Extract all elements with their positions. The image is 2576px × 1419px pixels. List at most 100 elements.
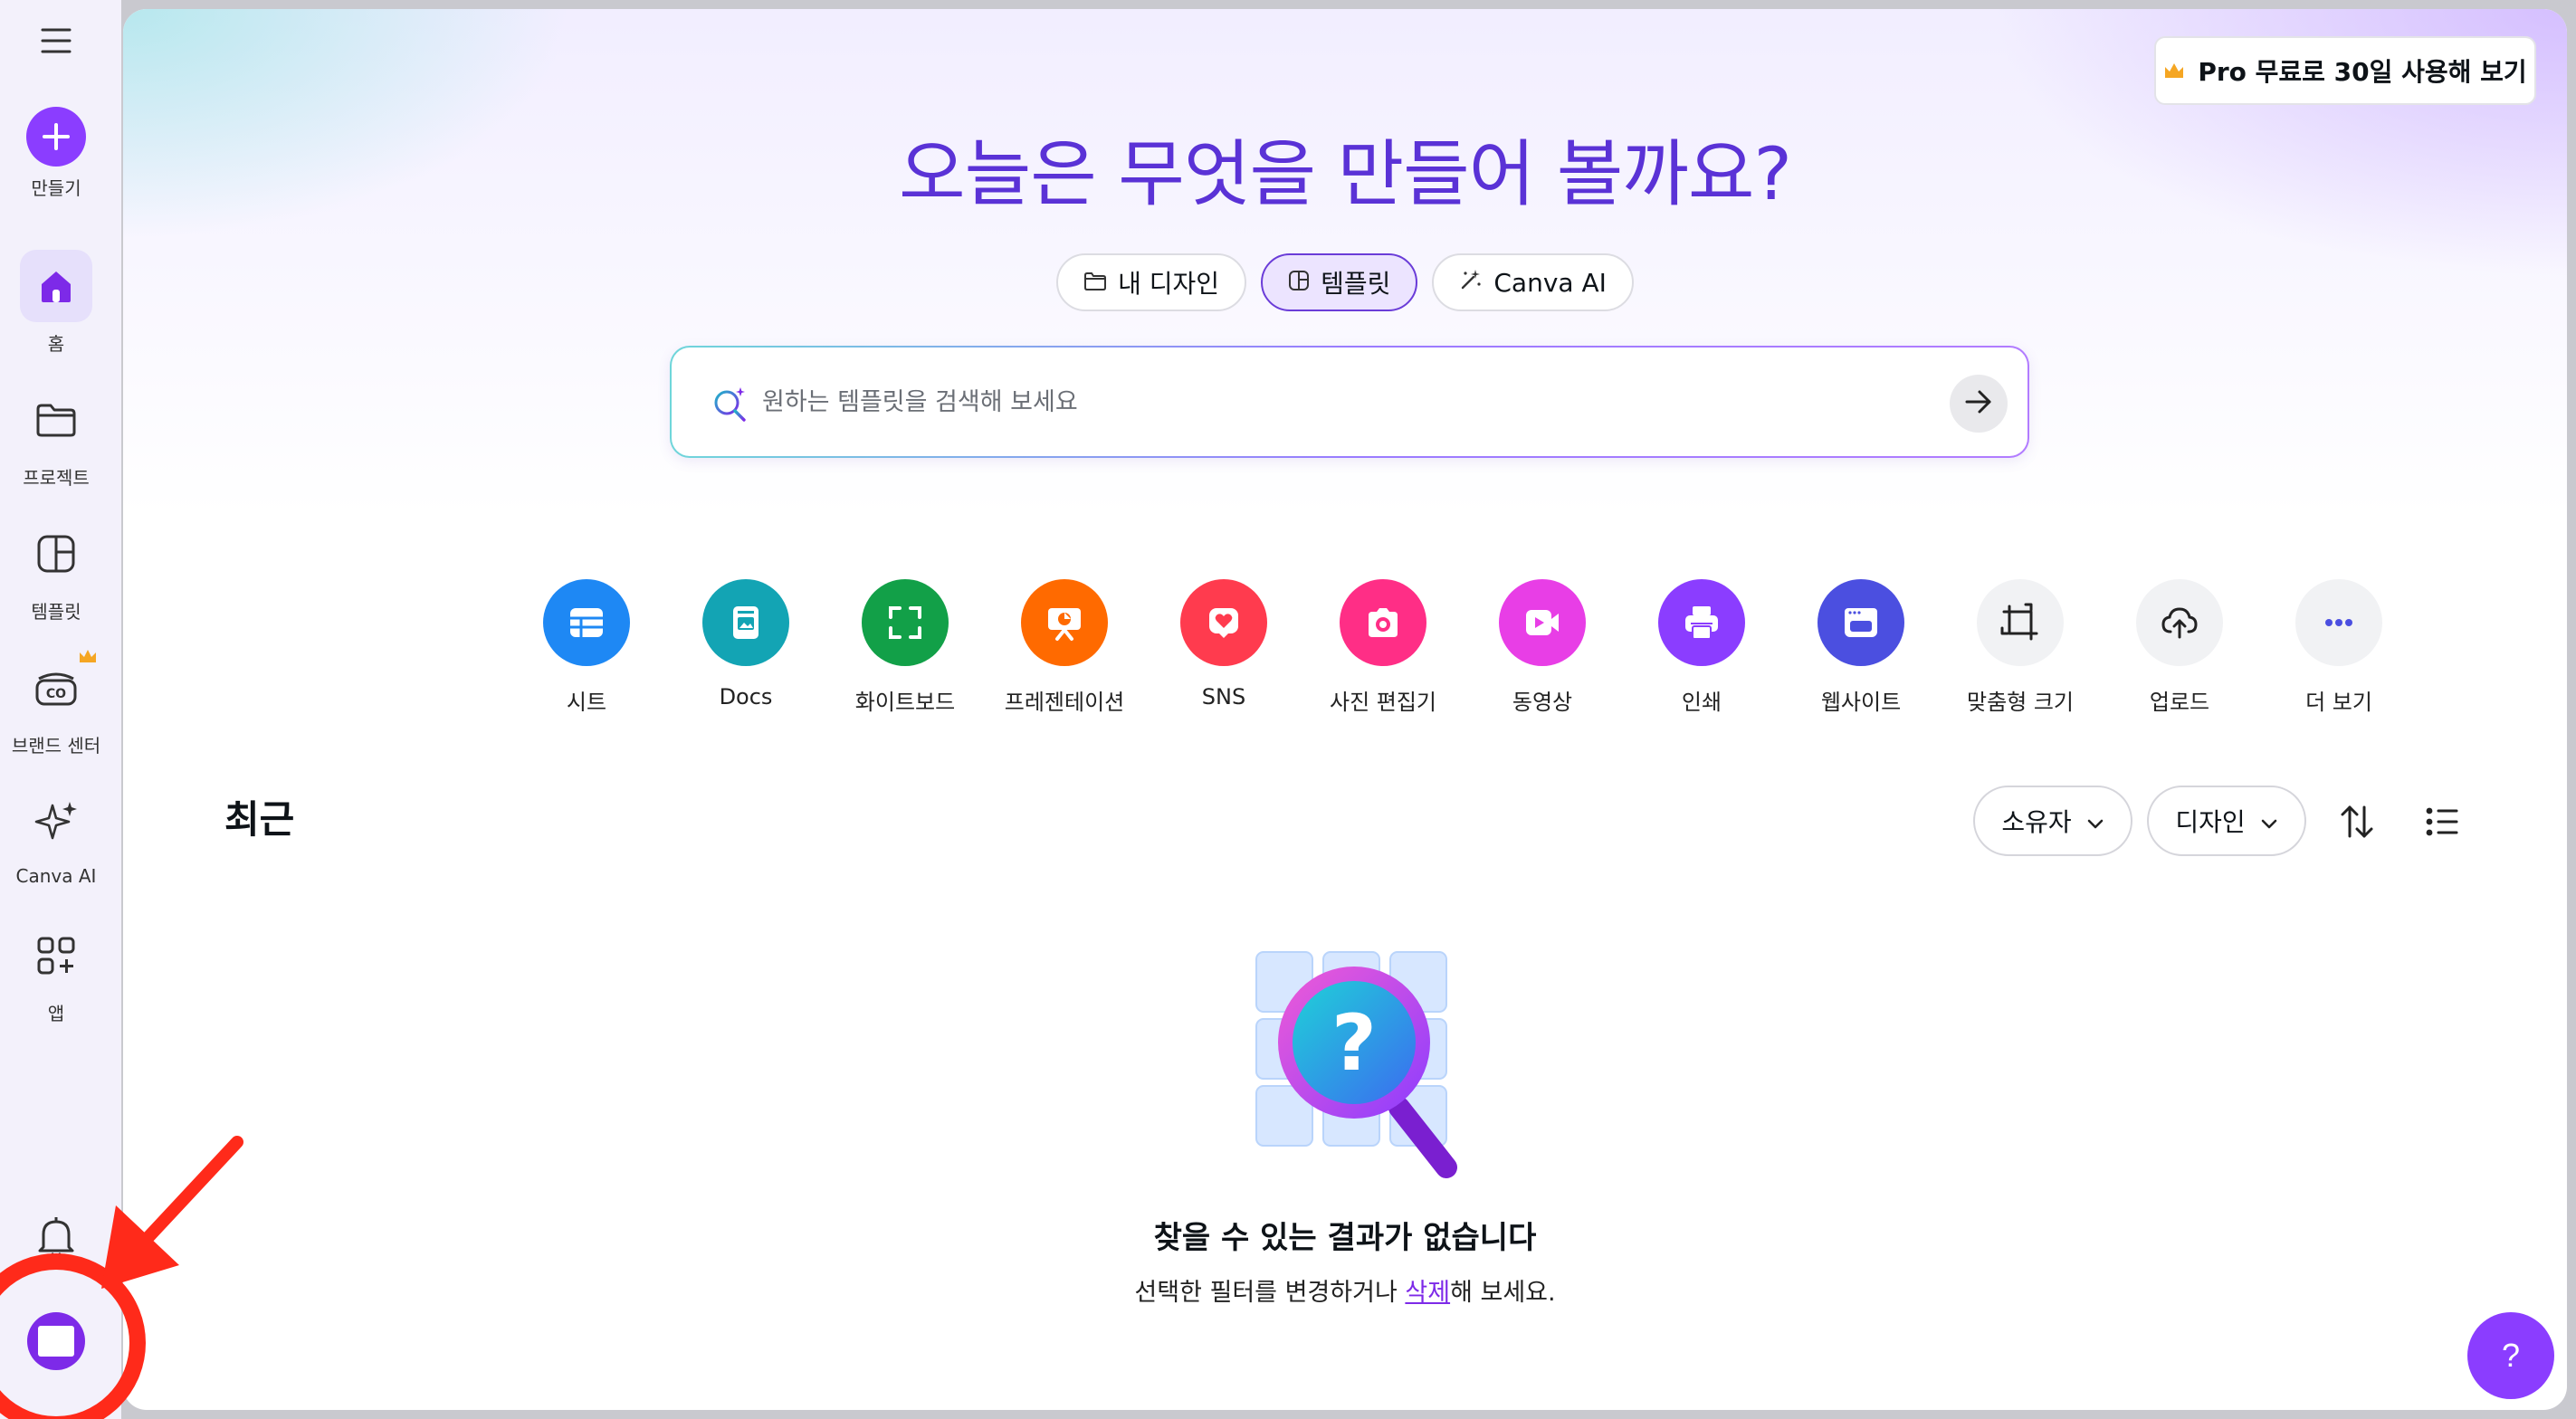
- sparkle-icon: [20, 786, 92, 858]
- magic-wand-icon: [1459, 268, 1483, 298]
- owner-filter-label: 소유자: [2001, 807, 2072, 837]
- bell-icon[interactable]: [36, 1214, 76, 1262]
- shortcut-label: Docs: [719, 684, 773, 710]
- sidebar-item-label: 앱: [47, 1003, 65, 1024]
- sidebar-item-canva-ai[interactable]: Canva AI: [0, 786, 112, 887]
- template-icon: [1288, 268, 1310, 298]
- svg-text:CO: CO: [46, 687, 66, 701]
- help-label: ?: [2501, 1337, 2521, 1374]
- folder-icon: [20, 384, 92, 456]
- shortcut-label: 동영상: [1512, 690, 1573, 715]
- shortcut-label: SNS: [1201, 684, 1246, 710]
- template-search-bar: [670, 346, 2029, 458]
- pro-trial-label: Pro 무료로 30일 사용해 보기: [2198, 57, 2527, 87]
- home-icon: [20, 250, 92, 322]
- shortcut-label: 사진 편집기: [1329, 690, 1437, 715]
- sort-icon[interactable]: [2337, 802, 2377, 845]
- tab-my-designs[interactable]: 내 디자인: [1056, 253, 1247, 311]
- sidebar-create-label: 만들기: [31, 177, 81, 199]
- camera-icon: [1340, 579, 1426, 666]
- svg-text:?: ?: [1331, 998, 1377, 1089]
- resize-icon: [1977, 579, 2064, 666]
- sidebar-item-label: 템플릿: [31, 601, 81, 623]
- design-filter-label: 디자인: [2175, 807, 2246, 837]
- shortcut-sheet[interactable]: 시트: [507, 579, 666, 716]
- shortcut-website[interactable]: 웹사이트: [1781, 579, 1941, 716]
- shortcut-upload[interactable]: 업로드: [2100, 579, 2259, 716]
- brand-kit-icon: CO: [20, 650, 96, 724]
- shortcut-label: 시트: [566, 690, 607, 715]
- apps-icon: [20, 919, 92, 992]
- sidebar-item-label: 브랜드 센터: [11, 735, 101, 757]
- main-content: Pro 무료로 30일 사용해 보기 오늘은 무엇을 만들어 볼까요? 내 디자…: [123, 9, 2567, 1410]
- shortcut-custom-size[interactable]: 맞춤형 크기: [1941, 579, 2100, 716]
- tab-label: 내 디자인: [1118, 269, 1220, 299]
- shortcut-docs[interactable]: Docs: [666, 579, 825, 710]
- plus-icon[interactable]: [26, 107, 86, 167]
- docs-icon: [702, 579, 789, 666]
- search-submit-button[interactable]: [1950, 375, 2008, 433]
- page-title: 오늘은 무엇을 만들어 볼까요?: [899, 132, 1792, 216]
- clear-filters-link[interactable]: 삭제: [1405, 1279, 1450, 1307]
- help-button[interactable]: ?: [2467, 1312, 2554, 1399]
- tab-label: Canva AI: [1493, 267, 1607, 298]
- printer-icon: [1658, 579, 1745, 666]
- folder-icon: [1083, 268, 1107, 298]
- heart-icon: [1180, 579, 1267, 666]
- empty-sub-text: 선택한 필터를 변경하거나: [1134, 1279, 1406, 1307]
- presentation-icon: [1021, 579, 1108, 666]
- whiteboard-icon: [862, 579, 949, 666]
- tab-canva-ai[interactable]: Canva AI: [1432, 253, 1634, 311]
- crown-icon: [78, 648, 98, 668]
- ai-search-icon: [711, 386, 749, 427]
- sidebar-item-home[interactable]: 홈: [0, 250, 112, 356]
- list-view-icon[interactable]: [2422, 802, 2462, 845]
- upload-icon: [2136, 579, 2223, 666]
- sidebar-item-apps[interactable]: 앱: [0, 919, 112, 1025]
- menu-icon[interactable]: [40, 27, 72, 54]
- shortcut-whiteboard[interactable]: 화이트보드: [825, 579, 985, 716]
- website-icon: [1818, 579, 1904, 666]
- chevron-down-icon: [2260, 806, 2278, 836]
- shortcut-label: 맞춤형 크기: [1966, 690, 2075, 715]
- sidebar-item-brand[interactable]: CO 브랜드 센터: [0, 650, 112, 757]
- shortcut-label: 더 보기: [2305, 690, 2372, 715]
- sidebar-create[interactable]: 만들기: [0, 107, 112, 200]
- empty-state-title: 찾을 수 있는 결과가 없습니다: [1153, 1220, 1537, 1256]
- shortcut-sns[interactable]: SNS: [1144, 579, 1303, 710]
- design-type-shortcuts: 시트 Docs 화이트보드 프레젠테이션 SNS 사진 편집기 동영상 인쇄 웹…: [507, 579, 2408, 733]
- hero-tabs: 내 디자인 템플릿 Canva AI: [123, 253, 2567, 311]
- crown-icon: [2163, 56, 2185, 86]
- avatar-image: [38, 1326, 74, 1357]
- shortcut-label: 프레젠테이션: [1004, 690, 1125, 715]
- sidebar: 만들기 홈 프로젝트 템플릿 CO 브랜드 센터 Canva AI 앱: [0, 0, 121, 1419]
- sidebar-item-projects[interactable]: 프로젝트: [0, 384, 112, 490]
- shortcut-presentation[interactable]: 프레젠테이션: [985, 579, 1144, 716]
- sidebar-item-label: 홈: [47, 333, 65, 355]
- shortcut-print[interactable]: 인쇄: [1622, 579, 1781, 716]
- more-icon: [2295, 579, 2382, 666]
- search-input[interactable]: [762, 375, 1848, 429]
- template-icon: [20, 518, 92, 590]
- tab-label: 템플릿: [1321, 269, 1391, 299]
- shortcut-photo-editor[interactable]: 사진 편집기: [1303, 579, 1463, 716]
- chevron-down-icon: [2086, 806, 2104, 836]
- sheet-icon: [543, 579, 630, 666]
- arrow-right-icon: [1964, 389, 1993, 418]
- design-filter-dropdown[interactable]: 디자인: [2147, 786, 2306, 856]
- shortcut-label: 웹사이트: [1820, 690, 1902, 715]
- pro-trial-button[interactable]: Pro 무료로 30일 사용해 보기: [2154, 36, 2536, 105]
- sidebar-item-label: Canva AI: [15, 865, 97, 887]
- no-results-illustration: ?: [1255, 950, 1472, 1198]
- shortcut-more[interactable]: 더 보기: [2259, 579, 2419, 716]
- sidebar-item-templates[interactable]: 템플릿: [0, 518, 112, 624]
- avatar[interactable]: [27, 1312, 85, 1370]
- tab-templates[interactable]: 템플릿: [1261, 253, 1418, 311]
- shortcut-label: 인쇄: [1681, 690, 1722, 715]
- shortcut-video[interactable]: 동영상: [1463, 579, 1622, 716]
- empty-state-subtitle: 선택한 필터를 변경하거나 삭제해 보세요.: [123, 1272, 2567, 1308]
- recent-section-title: 최근: [224, 797, 295, 842]
- empty-sub-text-end: 해 보세요.: [1450, 1279, 1556, 1307]
- owner-filter-dropdown[interactable]: 소유자: [1973, 786, 2132, 856]
- video-icon: [1499, 579, 1586, 666]
